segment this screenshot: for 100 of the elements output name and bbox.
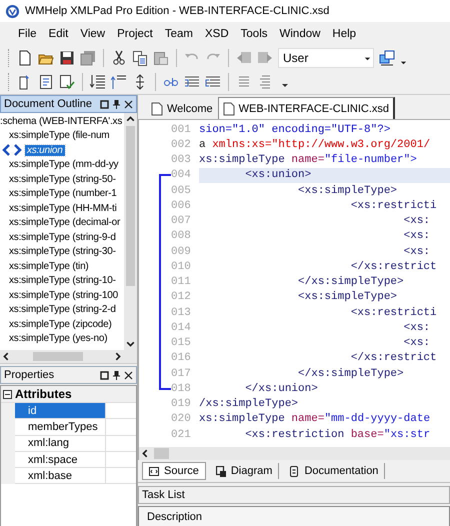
code-line: a xmlns:xs="http://www.w3.org/2001/	[199, 138, 432, 152]
view-tab[interactable]: Source	[142, 462, 206, 480]
tree-item[interactable]: xs:simpleType (mm-dd-yy	[9, 159, 118, 170]
scrollbar-thumb[interactable]	[33, 352, 83, 361]
code-line: <xs:	[402, 229, 432, 244]
line-number: 011	[171, 276, 192, 288]
view-tab[interactable]: Documentation	[283, 463, 386, 480]
window-icon[interactable]	[100, 370, 109, 380]
line-number: 019	[171, 398, 192, 410]
line-number: 009	[171, 246, 192, 258]
code-line: <xs:	[402, 336, 432, 351]
menu-item[interactable]: View	[74, 26, 112, 42]
tree-item[interactable]: xs:simpleType (string-50-	[9, 174, 116, 185]
close-icon[interactable]	[124, 370, 133, 380]
menu-item[interactable]: Window	[274, 26, 326, 42]
lines-icon[interactable]	[257, 74, 273, 90]
line-number: 021	[171, 428, 192, 441]
menu-item[interactable]: Help	[326, 26, 362, 42]
tree-item[interactable]: xs:simpleType (tin)	[9, 260, 89, 272]
tree-item[interactable]: :schema (WEB-INTERFA'.xs	[0, 116, 122, 127]
save-all-icon[interactable]	[80, 50, 96, 66]
close-icon[interactable]	[124, 100, 133, 108]
menu-item[interactable]: Edit	[42, 26, 74, 42]
code-line: </xs:restrict	[350, 260, 438, 274]
pin-icon[interactable]	[112, 100, 121, 108]
code-line: /xs:simpleType>	[199, 397, 300, 412]
app-logo-icon	[5, 4, 20, 18]
fold-bracket[interactable]	[159, 174, 171, 183]
code-line: <xs:	[402, 244, 432, 260]
document-check-icon[interactable]	[59, 74, 75, 90]
paste-icon[interactable]	[153, 50, 169, 66]
column-header[interactable]: Description	[138, 506, 450, 526]
tree-item[interactable]: xs:simpleType (string-30-	[9, 246, 116, 258]
save-icon[interactable]	[59, 50, 75, 66]
menu-item[interactable]: XSD	[199, 26, 235, 42]
tree-item[interactable]: xs:simpleType (string-100	[9, 290, 118, 301]
indent-icon[interactable]	[90, 74, 106, 90]
dropdown-arrow-icon[interactable]	[400, 58, 407, 66]
line-number: 010	[171, 260, 192, 273]
code-line: </xs:restrict	[350, 351, 438, 366]
line-number: 012	[171, 291, 192, 304]
cut-icon[interactable]	[111, 50, 127, 66]
line-number: 007	[171, 215, 192, 228]
horizontal-scrollbar[interactable]	[138, 447, 450, 460]
tree-item[interactable]: xs:simpleType (zipcode)	[9, 318, 112, 330]
document-tab[interactable]: WEB-INTERFACE-CLINIC.xsd	[218, 97, 396, 119]
tree-item[interactable]: xs:simpleType (string-2-d	[9, 304, 116, 316]
tree-item[interactable]: xs:simpleType (string-9-d	[9, 232, 116, 243]
menu-item[interactable]: Project	[111, 26, 159, 42]
window-title: WMHelp XMLPad Pro Edition - WEB-INTERFACE-CLINIC.xsd	[25, 5, 330, 17]
code-line: <xs:restriction base="xs:str	[244, 428, 432, 442]
tree-item[interactable]: xs:simpleType (number-1	[9, 188, 117, 200]
pin-icon[interactable]	[112, 370, 121, 380]
code-line: sion="1.0" encoding="UTF-8"?>	[199, 122, 392, 138]
tree-item[interactable]: xs:simpleType (yes-no)	[9, 333, 108, 344]
copy-icon[interactable]	[132, 50, 148, 66]
code-line: <xs:restricti	[350, 198, 438, 214]
view-tab[interactable]: Diagram	[210, 463, 280, 480]
diagram-icon	[216, 466, 226, 477]
document-icon	[222, 102, 235, 116]
line-number: 020	[171, 413, 192, 426]
outdent-icon[interactable]	[111, 74, 127, 90]
fold-bracket[interactable]	[159, 381, 171, 390]
document-icon[interactable]	[38, 74, 54, 90]
vertical-scrollbar[interactable]	[124, 113, 137, 350]
line-number: 004	[171, 169, 192, 182]
dropdown-arrow-icon	[364, 54, 371, 62]
line-number: 006	[171, 200, 192, 212]
collapse-icon[interactable]	[3, 390, 12, 398]
copy-windows-icon[interactable]	[379, 50, 395, 66]
menu-item[interactable]: Tools	[234, 26, 274, 42]
tree-item[interactable]: xs:union	[25, 144, 65, 156]
property-name[interactable]: xml:lang	[15, 436, 106, 452]
line-number: 002	[171, 138, 192, 151]
line-number: 017	[171, 368, 192, 380]
tree-item[interactable]: xs:simpleType (HH-MM-ti	[9, 202, 117, 214]
line-number: 005	[171, 184, 192, 197]
document-icon	[151, 102, 163, 116]
property-name[interactable]: xml:base	[15, 468, 106, 484]
scrollbar-thumb[interactable]	[126, 126, 135, 286]
scrollbar-thumb[interactable]	[154, 448, 169, 460]
property-name[interactable]: memberTypes	[15, 419, 106, 436]
window-icon[interactable]	[100, 100, 109, 108]
menu-item[interactable]: File	[12, 26, 43, 42]
property-name[interactable]: xml:space	[15, 452, 106, 468]
tree-item[interactable]: xs:simpleType (decimal-or	[9, 217, 120, 228]
tree-item[interactable]: xs:simpleType (file-num	[9, 130, 110, 142]
property-name[interactable]: id	[15, 403, 106, 420]
document-tab[interactable]: Welcome	[146, 97, 218, 119]
code-line: </xs:union>	[244, 382, 319, 396]
horizontal-scrollbar[interactable]	[0, 350, 137, 363]
menu-item[interactable]: Team	[158, 26, 199, 42]
document-icon	[289, 466, 300, 477]
user-combo-box[interactable]: User	[278, 48, 374, 68]
new-file-icon[interactable]	[17, 50, 33, 66]
tree-item[interactable]: xs:simpleType (string-10-	[9, 275, 116, 286]
code-line: xs:simpleType name="file-number">	[199, 153, 418, 168]
panel-title: Properties	[4, 369, 54, 381]
line-number: 008	[171, 230, 192, 242]
panel-title: Document Outline	[4, 98, 92, 110]
